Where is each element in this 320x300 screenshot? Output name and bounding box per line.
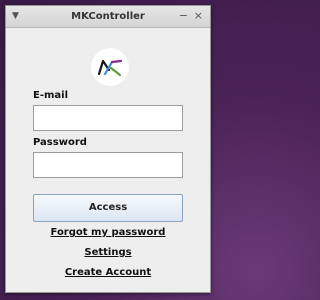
close-button[interactable]: ×: [194, 9, 203, 22]
login-window: ▼ MKController − × E-mail Password Acces…: [5, 5, 211, 293]
email-label: E-mail: [33, 90, 69, 101]
mk-logo-icon: [91, 48, 129, 86]
settings-link[interactable]: Settings: [6, 247, 210, 259]
access-button[interactable]: Access: [33, 194, 183, 222]
create-account-link[interactable]: Create Account: [6, 267, 210, 279]
title-bar[interactable]: ▼ MKController − ×: [6, 6, 210, 28]
email-field[interactable]: [33, 105, 183, 131]
password-label: Password: [33, 137, 87, 148]
password-field[interactable]: [33, 152, 183, 178]
minimize-button[interactable]: −: [179, 9, 188, 22]
forgot-password-link[interactable]: Forgot my password: [6, 227, 210, 239]
